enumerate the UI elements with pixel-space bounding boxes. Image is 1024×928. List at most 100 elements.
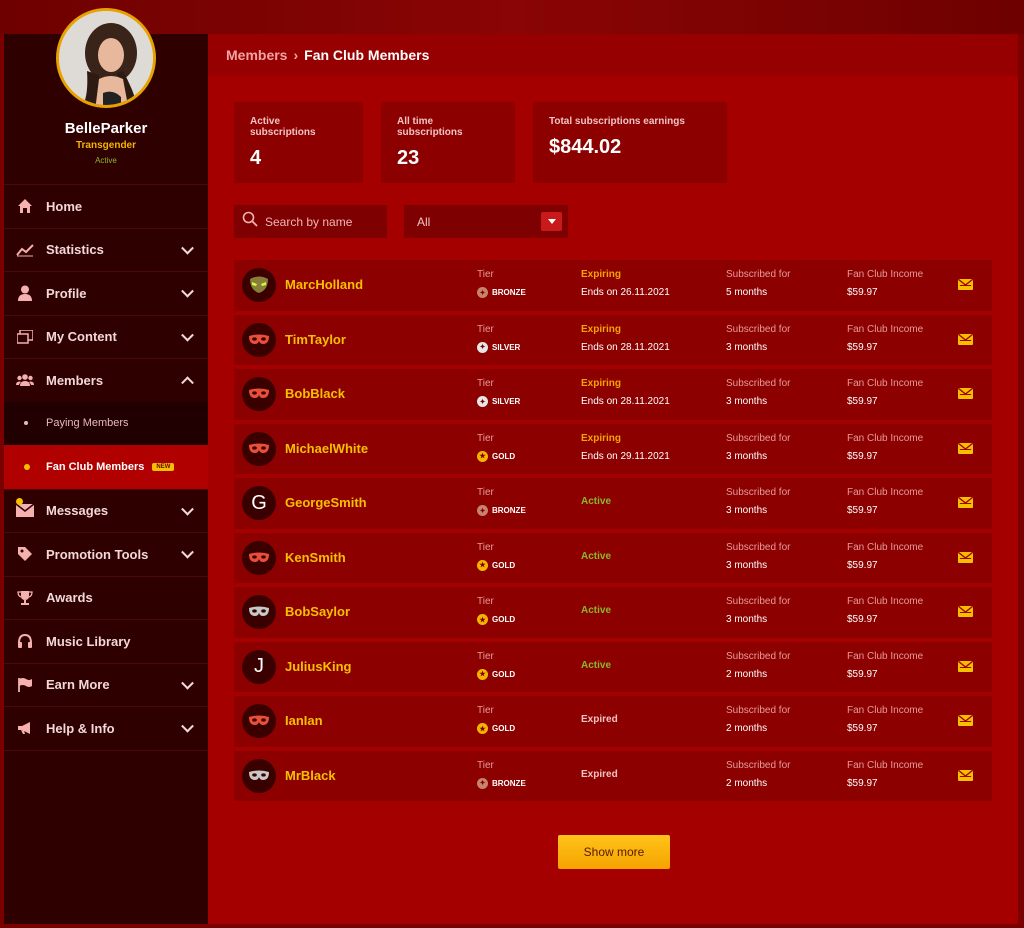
chevron-down-icon <box>181 546 194 559</box>
member-list: MarcHolland Tier ✦ BRONZE Expiring Ends on 26… <box>234 260 992 805</box>
nav-promotion-tools-label: Promotion Tools <box>46 546 149 562</box>
nav-fan-club-members[interactable]: Fan Club Members NEW <box>4 445 208 489</box>
envelope-icon[interactable] <box>958 442 973 454</box>
tier-label: Tier <box>477 596 494 607</box>
member-avatar[interactable] <box>242 322 276 357</box>
megaphone-icon <box>16 719 34 737</box>
member-name[interactable]: IanIan <box>285 713 323 728</box>
tier-gold-icon: ★ <box>477 559 488 571</box>
income-label: Fan Club Income <box>847 432 924 444</box>
subscribed-for-label: Subscribed for <box>726 705 791 716</box>
subscribed-for-label: Subscribed for <box>726 323 791 335</box>
search-box[interactable] <box>234 205 387 238</box>
tier-value: GOLD <box>492 669 516 679</box>
new-badge: NEW <box>152 462 175 471</box>
users-icon <box>16 371 34 389</box>
envelope-icon[interactable] <box>958 497 973 508</box>
member-avatar[interactable] <box>242 540 276 575</box>
member-row[interactable]: BobBlack Tier ✦ SILVER Expiring Ends on 28.11… <box>234 369 992 420</box>
member-name[interactable]: MarcHolland <box>285 277 363 292</box>
member-name[interactable]: MichaelWhite <box>285 441 368 456</box>
nav-messages[interactable]: Messages <box>4 488 208 533</box>
member-avatar[interactable] <box>242 377 276 411</box>
show-more-button[interactable]: Show more <box>558 835 670 869</box>
envelope-icon[interactable] <box>958 660 973 672</box>
envelope-icon[interactable] <box>958 769 973 781</box>
breadcrumb-members[interactable]: Members <box>226 47 287 63</box>
nav-help-info-label: Help & Info <box>46 720 115 736</box>
chevron-down-icon <box>181 720 194 733</box>
member-name[interactable]: KenSmith <box>285 550 346 565</box>
nav-music-library[interactable]: Music Library <box>4 619 208 663</box>
envelope-icon[interactable] <box>958 333 973 345</box>
subscribed-for-label: Subscribed for <box>726 432 791 444</box>
income-value: $59.97 <box>847 341 878 353</box>
envelope-icon[interactable] <box>958 551 973 563</box>
search-input[interactable] <box>265 214 380 229</box>
member-name[interactable]: BobBlack <box>285 386 345 401</box>
subscribed-for-label: Subscribed for <box>726 596 791 607</box>
nav-awards[interactable]: Awards <box>4 575 208 620</box>
tier-label: Tier <box>477 269 494 280</box>
tier-gold-icon: ★ <box>477 668 488 680</box>
tier-value: SILVER <box>492 342 521 352</box>
envelope-icon[interactable] <box>958 606 973 617</box>
nav-music-library-label: Music Library <box>46 633 131 649</box>
bullet-icon <box>24 463 30 470</box>
nav-fan-club-members-label: Fan Club Members <box>46 460 145 473</box>
envelope-icon[interactable] <box>958 715 973 726</box>
member-row[interactable]: TimTaylor Tier ✦ SILVER Expiring Ends on 28.1… <box>234 314 992 365</box>
member-avatar[interactable] <box>242 704 276 738</box>
nav-profile[interactable]: Profile <box>4 271 208 315</box>
member-row[interactable]: MarcHolland Tier ✦ BRONZE Expiring Ends on 26… <box>234 260 992 311</box>
stat-alltime-subscriptions: All time subscriptions 23 <box>381 102 515 183</box>
subscription-status: Expired <box>581 768 618 780</box>
member-row[interactable]: IanIan Tier ★ GOLD Expired Subscribed for 2 mo… <box>234 696 992 747</box>
envelope-icon[interactable] <box>958 388 973 399</box>
member-avatar[interactable] <box>242 595 276 629</box>
member-row[interactable]: J JuliusKing Tier ★ GOLD Active Subscribed for… <box>234 641 992 692</box>
tier-badge: ★ GOLD <box>477 614 515 625</box>
user-icon <box>16 284 34 302</box>
member-row[interactable]: MrBlack Tier ✦ BRONZE Expired Subscribed for 2… <box>234 750 992 801</box>
filter-select[interactable]: All <box>404 205 568 238</box>
member-row[interactable]: BobSaylor Tier ★ GOLD Active Subscribed for 3 … <box>234 587 992 638</box>
tier-label: Tier <box>477 432 494 444</box>
trophy-icon <box>16 589 34 607</box>
member-name[interactable]: TimTaylor <box>285 332 346 347</box>
nav-promotion-tools[interactable]: Promotion Tools <box>4 532 208 576</box>
member-avatar[interactable]: J <box>242 649 276 684</box>
tier-badge: ✦ BRONZE <box>477 505 526 516</box>
member-name[interactable]: MrBlack <box>285 768 336 783</box>
subscribed-for-value: 2 months <box>726 668 768 680</box>
member-row[interactable]: MichaelWhite Tier ★ GOLD Expiring Ends on 29.… <box>234 423 992 474</box>
nav-home-label: Home <box>46 198 83 214</box>
nav-help-info[interactable]: Help & Info <box>4 706 208 750</box>
member-name[interactable]: JuliusKing <box>285 659 351 674</box>
member-avatar[interactable] <box>242 431 276 466</box>
tier-badge: ✦ BRONZE <box>477 287 526 298</box>
nav-earn-more[interactable]: Earn More <box>4 662 208 707</box>
subscribed-for-value: 3 months <box>726 559 768 571</box>
nav-paying-members[interactable]: Paying Members <box>4 401 208 445</box>
member-name[interactable]: GeorgeSmith <box>285 495 367 510</box>
subscribed-for-label: Subscribed for <box>726 650 791 662</box>
tier-value: GOLD <box>492 724 516 733</box>
profile-avatar[interactable] <box>56 8 156 108</box>
dropdown-arrow-icon[interactable] <box>541 212 562 231</box>
envelope-icon[interactable] <box>958 279 973 290</box>
member-avatar[interactable] <box>242 268 276 302</box>
member-row[interactable]: G GeorgeSmith Tier ✦ BRONZE Active Subscribed … <box>234 478 992 529</box>
breadcrumb-current: Fan Club Members <box>304 47 430 63</box>
income-label: Fan Club Income <box>847 541 924 553</box>
nav-members[interactable]: Members <box>4 358 208 402</box>
member-name[interactable]: BobSaylor <box>285 604 350 619</box>
member-avatar[interactable]: G <box>242 486 276 520</box>
member-avatar[interactable] <box>242 758 276 793</box>
nav-my-content[interactable]: My Content <box>4 314 208 359</box>
nav-statistics[interactable]: Statistics <box>4 227 208 272</box>
member-row[interactable]: KenSmith Tier ★ GOLD Active Subscribed for 3 m… <box>234 532 992 583</box>
nav-statistics-label: Statistics <box>46 242 104 258</box>
nav-messages-label: Messages <box>46 503 109 519</box>
nav-home[interactable]: Home <box>4 184 208 228</box>
